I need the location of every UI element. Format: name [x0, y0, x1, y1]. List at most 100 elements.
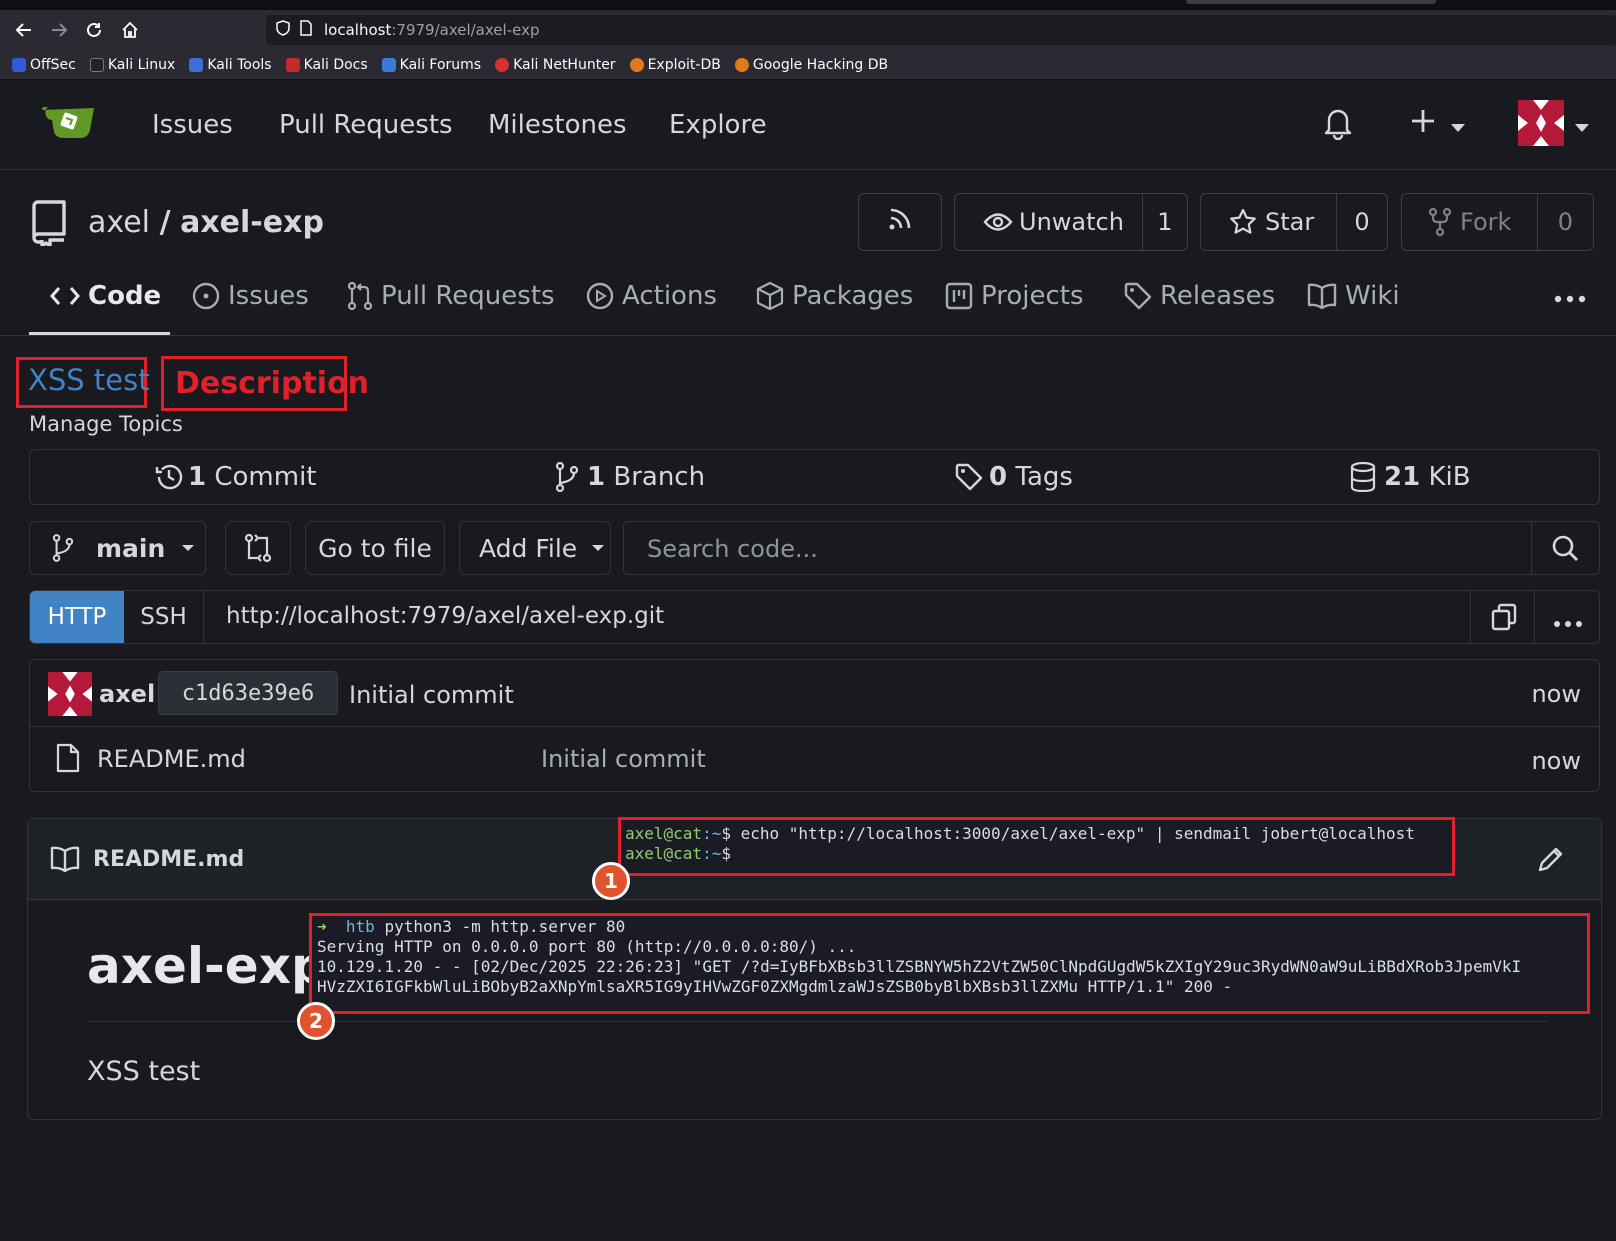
bookmark-google-hacking-db[interactable]: Google Hacking DB — [734, 57, 888, 73]
file-name[interactable]: README.md — [97, 745, 246, 773]
tags-stat[interactable]: 0 Tags — [955, 462, 1073, 492]
tab-wiki[interactable]: Wiki — [1307, 276, 1400, 316]
add-file-button[interactable]: Add File — [459, 521, 611, 575]
branch-icon — [555, 462, 579, 492]
nav-milestones[interactable]: Milestones — [488, 110, 627, 140]
star-label: Star — [1265, 208, 1315, 236]
terminal2-annotation-box — [309, 913, 1590, 1014]
star-button[interactable]: Star 0 — [1200, 193, 1388, 251]
file-row[interactable]: README.md Initial commit now — [30, 727, 1599, 791]
kali-icon — [89, 57, 104, 72]
fork-label: Fork — [1460, 208, 1512, 236]
fork-button[interactable]: Fork 0 — [1401, 193, 1594, 251]
bookmark-kali-docs[interactable]: Kali Docs — [285, 57, 368, 73]
clone-http-tab[interactable]: HTTP — [30, 591, 124, 643]
forward-icon[interactable] — [45, 16, 73, 44]
url-bar[interactable]: localhost:7979/axel/axel-exp — [266, 15, 1616, 45]
pencil-icon[interactable] — [1537, 845, 1565, 877]
book-icon — [1307, 283, 1345, 309]
commit-message[interactable]: Initial commit — [349, 681, 514, 709]
more-tabs-icon[interactable] — [1554, 288, 1586, 307]
history-icon — [154, 462, 184, 492]
clone-ssh-tab[interactable]: SSH — [124, 591, 204, 643]
repo-name-link[interactable]: axel-exp — [180, 205, 324, 240]
clone-more-icon[interactable] — [1553, 613, 1583, 632]
nav-pull-requests[interactable]: Pull Requests — [279, 110, 453, 140]
reload-icon[interactable] — [80, 16, 108, 44]
file-commit-message[interactable]: Initial commit — [541, 745, 706, 773]
nav-issues[interactable]: Issues — [152, 110, 233, 140]
book-icon — [50, 846, 80, 876]
description-annotation-label: Description — [175, 366, 370, 401]
code-search: Search code... — [623, 521, 1600, 575]
kali-docs-icon — [285, 57, 300, 72]
branch-selector[interactable]: main — [29, 521, 206, 575]
search-input[interactable]: Search code... — [647, 535, 818, 563]
commit-author[interactable]: axel — [99, 680, 155, 708]
bookmark-kali-forums[interactable]: Kali Forums — [381, 57, 481, 73]
tab-packages[interactable]: Packages — [756, 276, 913, 316]
tab-code[interactable]: Code — [50, 276, 161, 316]
tab-pull-requests[interactable]: Pull Requests — [347, 276, 555, 316]
package-icon — [756, 281, 792, 311]
branches-stat[interactable]: 1 Branch — [555, 462, 705, 492]
bell-icon[interactable] — [1323, 106, 1353, 144]
tab-issues[interactable]: Issues — [192, 276, 309, 316]
fork-count[interactable]: 0 — [1538, 208, 1592, 236]
commits-stat[interactable]: 1 Commit — [154, 462, 317, 492]
branch-name: main — [96, 533, 166, 563]
repo-icon — [30, 200, 68, 250]
unwatch-button[interactable]: Unwatch 1 — [954, 193, 1188, 251]
avatar-caret-icon[interactable] — [1574, 118, 1590, 137]
tab-releases[interactable]: Releases — [1124, 276, 1275, 316]
back-icon[interactable] — [10, 16, 38, 44]
manage-topics-link[interactable]: Manage Topics — [29, 412, 183, 436]
bookmark-kali-tools[interactable]: Kali Tools — [189, 57, 272, 73]
clone-url[interactable]: http://localhost:7979/axel/axel-exp.git — [226, 603, 664, 629]
project-icon — [945, 282, 981, 310]
file-commit-time: now — [1531, 747, 1581, 775]
create-caret-icon[interactable] — [1450, 118, 1466, 137]
file-icon — [56, 743, 80, 777]
shield-icon — [276, 20, 290, 40]
fork-icon — [1428, 208, 1452, 236]
home-icon[interactable] — [116, 16, 144, 44]
bookmark-kali-nethunter[interactable]: Kali NetHunter — [495, 57, 616, 73]
bookmark-exploit-db[interactable]: Exploit-DB — [629, 57, 721, 73]
tab-projects[interactable]: Projects — [945, 276, 1084, 316]
compare-button[interactable] — [225, 521, 291, 575]
rss-button[interactable] — [858, 193, 942, 251]
watch-count[interactable]: 1 — [1143, 208, 1187, 236]
go-to-file-button[interactable]: Go to file — [305, 521, 445, 575]
nav-explore[interactable]: Explore — [669, 110, 767, 140]
browser-toolbar: localhost:7979/axel/axel-exp — [0, 10, 1616, 50]
bookmark-kali-linux[interactable]: Kali Linux — [89, 57, 175, 73]
page-icon — [300, 20, 312, 40]
kali-tools-icon — [189, 57, 204, 72]
repo-owner-link[interactable]: axel — [88, 205, 150, 240]
commit-sha[interactable]: c1d63e39e6 — [158, 671, 338, 715]
tag-icon — [955, 463, 983, 491]
exploit-db-icon — [629, 57, 644, 72]
step-badge-2: 2 — [297, 1002, 335, 1040]
latest-commit-row: axel c1d63e39e6 Initial commit now — [30, 660, 1599, 727]
unwatch-label: Unwatch — [1019, 208, 1124, 236]
readme-title: README.md — [93, 847, 245, 872]
search-icon[interactable] — [1551, 534, 1579, 566]
repo-description: XSS test — [28, 363, 150, 397]
nethunter-icon — [495, 57, 510, 72]
bookmark-offsec[interactable]: OffSec — [12, 57, 76, 73]
star-count[interactable]: 0 — [1337, 208, 1387, 236]
tab-divider — [0, 335, 1616, 336]
author-avatar[interactable] — [48, 672, 92, 720]
pull-request-icon — [347, 281, 381, 311]
tab-actions[interactable]: Actions — [586, 276, 717, 316]
caret-down-icon — [591, 544, 605, 552]
bookmarks-bar: OffSec Kali Linux Kali Tools Kali Docs K… — [0, 50, 1616, 80]
size-stat: 21 KiB — [1350, 462, 1471, 492]
user-avatar[interactable] — [1518, 100, 1564, 150]
plus-icon[interactable] — [1410, 108, 1436, 138]
gitea-logo-icon[interactable] — [40, 102, 96, 146]
copy-icon[interactable] — [1491, 603, 1517, 635]
star-icon — [1229, 208, 1257, 236]
